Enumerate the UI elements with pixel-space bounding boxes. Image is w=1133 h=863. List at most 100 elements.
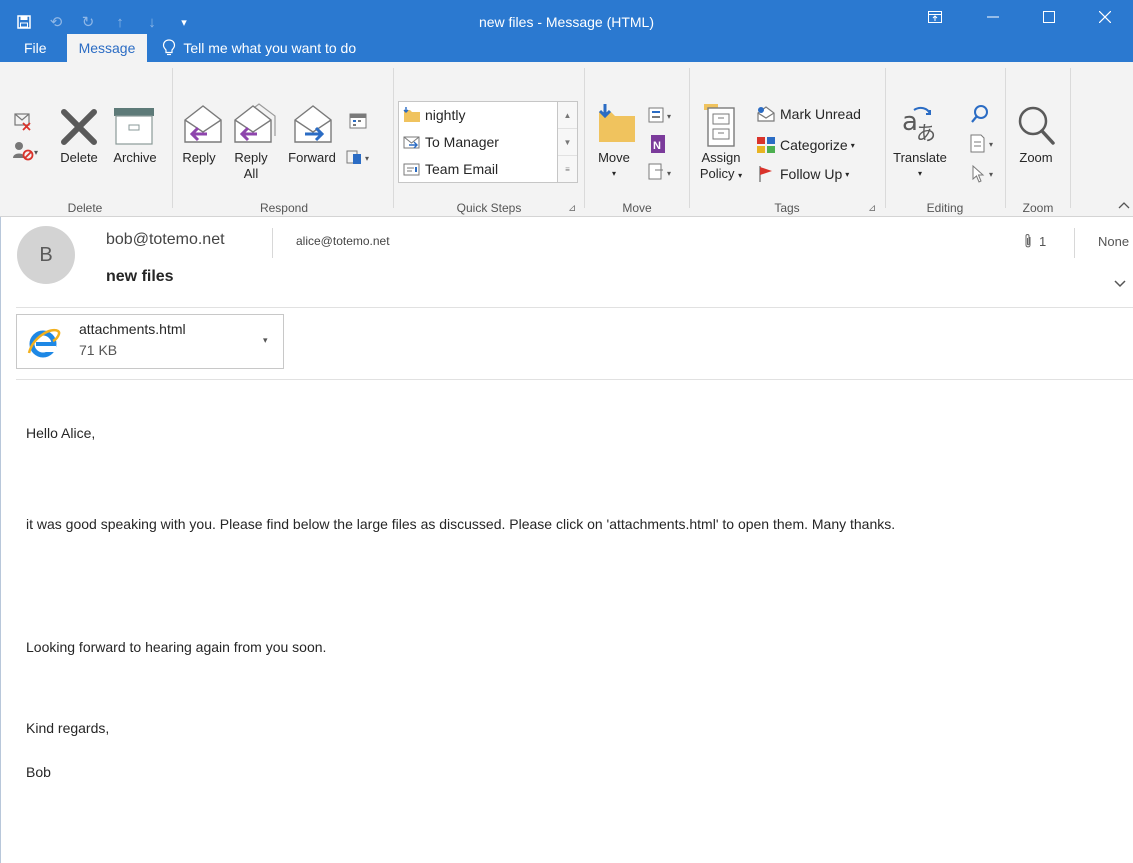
- tags-launcher-icon[interactable]: ⊿: [868, 204, 878, 214]
- group-divider: [1070, 68, 1071, 208]
- follow-up-dropdown-icon: ▾: [845, 169, 850, 179]
- attachment-item[interactable]: attachments.html 71 KB ▾: [16, 314, 284, 369]
- forward-button-label[interactable]: Forward: [283, 150, 341, 166]
- translate-dropdown-icon: ▾: [917, 169, 922, 178]
- body-paragraph: Looking forward to hearing again from yo…: [26, 639, 327, 655]
- attachment-separator: [16, 379, 1133, 380]
- lightbulb-icon: [163, 39, 176, 56]
- attachment-size: 71 KB: [79, 342, 118, 358]
- mark-unread-icon: [757, 106, 775, 122]
- ribbon-tabs: File Message Tell me what you want to do: [0, 34, 356, 62]
- quick-step-label: To Manager: [425, 134, 499, 150]
- archive-button-label[interactable]: Archive: [106, 150, 164, 166]
- tell-me-search[interactable]: Tell me what you want to do: [147, 34, 356, 62]
- find-icon[interactable]: [970, 104, 990, 124]
- reply-button-label[interactable]: Reply: [177, 150, 221, 166]
- header-separator: [16, 307, 1133, 308]
- quick-steps-launcher-icon[interactable]: ⊿: [568, 204, 578, 214]
- related-icon[interactable]: ▾: [968, 134, 998, 154]
- assign-policy-icon[interactable]: [700, 102, 738, 148]
- body-greeting: Hello Alice,: [26, 425, 96, 441]
- expand-header-icon[interactable]: [1113, 276, 1127, 290]
- attachment-count: 1: [1022, 233, 1046, 249]
- zoom-icon[interactable]: [1016, 104, 1056, 146]
- message-subject: new files: [106, 268, 174, 285]
- quick-step-team-email[interactable]: Team Email: [403, 158, 498, 180]
- move-button-label[interactable]: Move ▾: [589, 150, 639, 182]
- archive-icon[interactable]: [112, 106, 156, 146]
- minimize-icon[interactable]: [965, 0, 1021, 34]
- quick-step-label: nightly: [425, 107, 466, 123]
- more-respond-icon[interactable]: ▾: [346, 148, 372, 166]
- scroll-down-icon[interactable]: ▼: [558, 129, 577, 156]
- quick-step-to-manager[interactable]: To Manager: [403, 131, 499, 153]
- categorize-icon: [757, 137, 775, 153]
- mark-unread-button[interactable]: Mark Unread: [756, 103, 861, 125]
- forward-icon[interactable]: [291, 102, 335, 146]
- meeting-icon[interactable]: [349, 112, 367, 130]
- editing-group-label: Editing: [926, 201, 964, 215]
- quick-step-label: Team Email: [425, 161, 499, 177]
- ribbon-display-options-icon[interactable]: [905, 0, 965, 34]
- svg-text:N: N: [653, 140, 661, 152]
- categorize-dropdown-icon: ▾: [850, 140, 855, 150]
- close-icon[interactable]: [1077, 0, 1133, 34]
- recipient-address[interactable]: alice@totemo.net: [296, 234, 390, 248]
- maximize-icon[interactable]: [1021, 0, 1077, 34]
- mark-unread-label: Mark Unread: [780, 106, 861, 122]
- svg-text:▾: ▾: [365, 154, 369, 163]
- zoom-group-label: Zoom: [1022, 201, 1054, 215]
- sender-address[interactable]: bob@totemo.net: [106, 231, 225, 249]
- reading-pane-edge: [0, 217, 1, 863]
- tab-file[interactable]: File: [0, 34, 63, 62]
- translate-button-label[interactable]: Translate ▾: [888, 150, 952, 182]
- zoom-button-label[interactable]: Zoom: [1010, 150, 1062, 166]
- quick-steps-group-label: Quick Steps: [456, 201, 522, 215]
- move-label-text: Move: [598, 150, 630, 165]
- forward-mail-icon: [403, 136, 420, 149]
- reply-icon[interactable]: [181, 102, 225, 146]
- ignore-icon[interactable]: [12, 110, 34, 132]
- delete-button-label[interactable]: Delete: [54, 150, 104, 166]
- junk-icon[interactable]: ▾: [12, 140, 40, 162]
- reply-all-button-label[interactable]: Reply All: [229, 150, 273, 182]
- scroll-up-icon[interactable]: ▲: [558, 102, 577, 129]
- team-email-icon: [403, 163, 420, 176]
- assign-policy-button-label[interactable]: Assign Policy ▾: [694, 150, 748, 184]
- title-bar: ⟲ ↻ ↑ ↓ ▾ new files - Message (HTML) Fil…: [0, 0, 1133, 62]
- tags-group: Assign Policy ▾ Mark Unread Categorize ▾…: [690, 62, 884, 217]
- body-signature: Bob: [26, 764, 51, 780]
- delete-icon[interactable]: [58, 106, 100, 148]
- quick-step-nightly[interactable]: nightly: [403, 104, 465, 126]
- folder-move-icon: [403, 107, 420, 122]
- body-paragraph: it was good speaking with you. Please fi…: [26, 516, 896, 532]
- follow-up-button[interactable]: Follow Up ▾: [756, 163, 849, 185]
- reply-all-line-2: All: [243, 166, 259, 181]
- select-icon[interactable]: ▾: [970, 164, 1000, 184]
- onenote-icon[interactable]: N: [647, 134, 669, 154]
- window-controls: [905, 0, 1133, 34]
- header-divider: [272, 228, 273, 258]
- reply-all-icon[interactable]: [231, 102, 279, 146]
- editing-group: a あ Translate ▾ ▾ ▾ Editing: [886, 62, 1004, 217]
- attachment-name: attachments.html: [79, 321, 186, 337]
- collapse-ribbon-icon[interactable]: [1118, 196, 1130, 209]
- header-divider: [1074, 228, 1075, 258]
- avatar: B: [17, 226, 75, 284]
- respond-group-label: Respond: [259, 201, 309, 215]
- zoom-group: Zoom Zoom: [1006, 62, 1070, 217]
- tab-message[interactable]: Message: [66, 34, 148, 62]
- move-folder-icon[interactable]: [595, 102, 639, 146]
- actions-icon[interactable]: ▾: [647, 162, 677, 182]
- body-closing: Kind regards,: [26, 720, 110, 736]
- flag-icon: [759, 166, 772, 182]
- attachment-dropdown-icon[interactable]: ▾: [263, 335, 268, 346]
- translate-icon[interactable]: a あ: [900, 104, 940, 146]
- categorize-button[interactable]: Categorize ▾: [756, 134, 855, 156]
- move-group: Move ▾ ▾ N ▾ Move: [585, 62, 689, 217]
- delete-group: ▾ Delete Archive Delete: [0, 62, 170, 217]
- gallery-more-icon[interactable]: ≡: [558, 156, 577, 183]
- translate-label-text: Translate: [893, 150, 947, 165]
- quick-steps-scroll: ▲ ▼ ≡: [558, 101, 578, 183]
- rules-icon[interactable]: ▾: [647, 106, 677, 124]
